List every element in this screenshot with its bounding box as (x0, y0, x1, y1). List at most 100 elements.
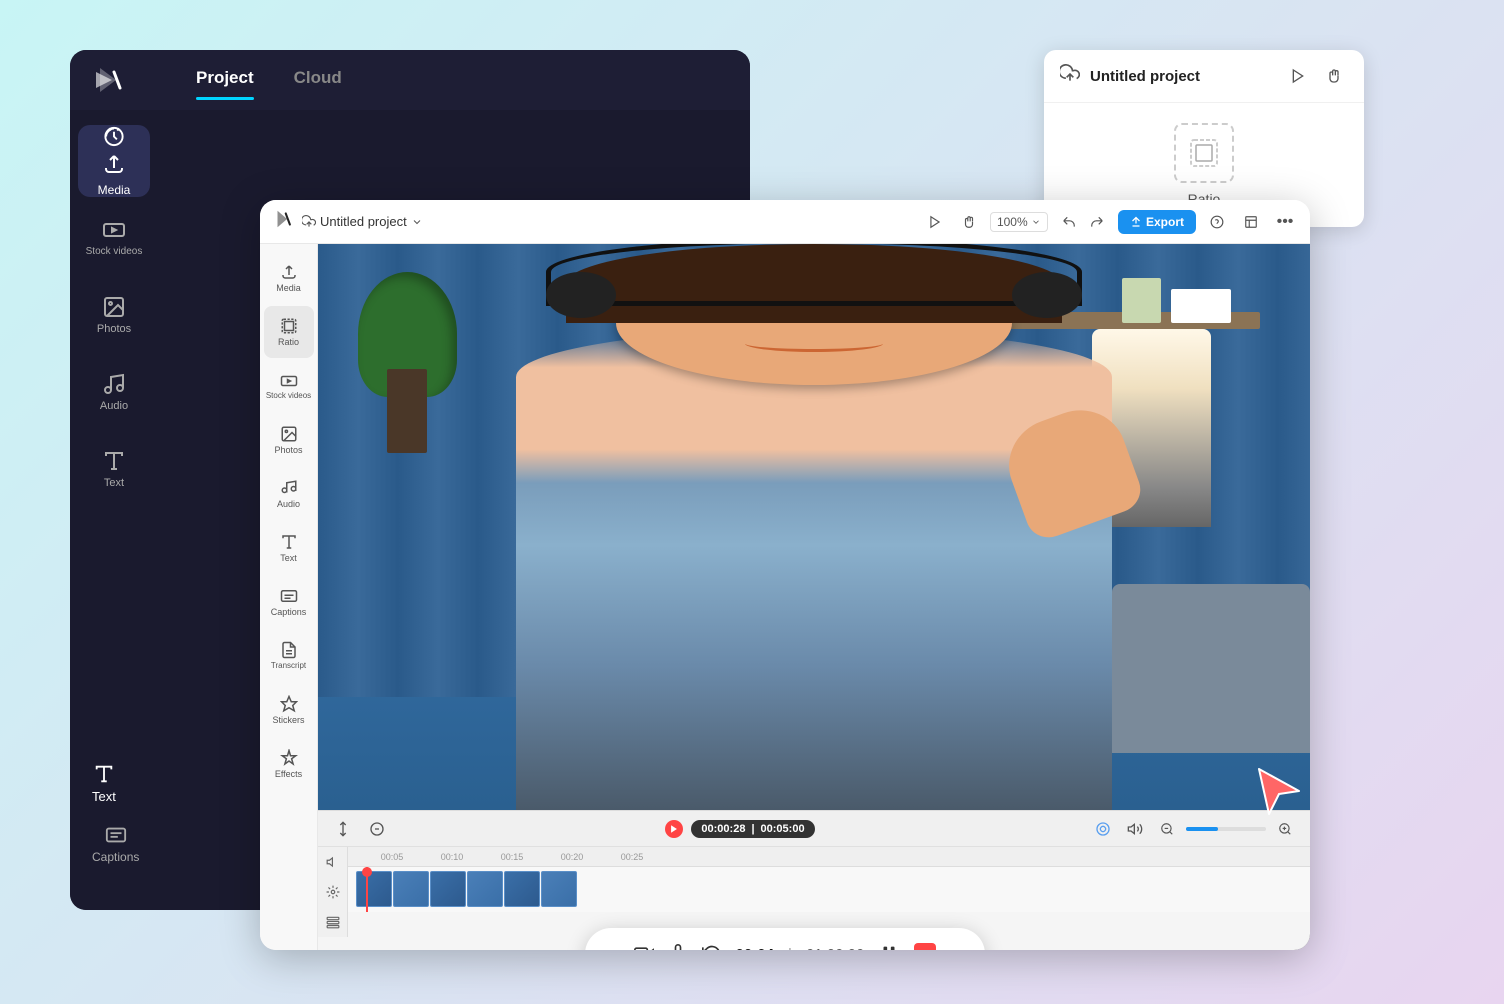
zoom-minus-btn[interactable] (1154, 816, 1180, 842)
tab-project[interactable]: Project (196, 68, 254, 92)
main-editor-window: Untitled project 100% (260, 200, 1310, 950)
mic-button[interactable] (668, 944, 688, 950)
track-thumb-4 (467, 871, 503, 907)
total-time: 00:05:00 (761, 823, 805, 835)
track-thumbnails (356, 871, 1306, 907)
timeline-wrapper: 00:05 00:10 00:15 00:20 00:25 (318, 847, 1310, 937)
more-options-button[interactable]: ••• (1272, 209, 1298, 235)
editor-sidebar-media[interactable]: Media (264, 252, 314, 304)
captions-sidebar-item[interactable]: Captions (92, 824, 139, 864)
editor-sidebar: Media Ratio Stock videos (260, 244, 318, 950)
editor-sidebar-captions[interactable]: Captions (264, 576, 314, 628)
audio-toggle-btn[interactable] (1122, 816, 1148, 842)
pause-button[interactable] (878, 943, 900, 950)
sidebar-label-text: Text (104, 477, 124, 489)
video-frame (318, 244, 1310, 810)
editor-sidebar-text-label: Text (280, 553, 297, 564)
ruler-marks: 00:05 00:10 00:15 00:20 00:25 (362, 852, 662, 862)
audio-side-btn[interactable] (318, 847, 348, 877)
track-thumb-5 (504, 871, 540, 907)
track-thumb-6 (541, 871, 577, 907)
editor-sidebar-ratio[interactable]: Ratio (264, 306, 314, 358)
bg-window-header: Project Cloud (70, 50, 750, 110)
zoom-display[interactable]: 100% (990, 212, 1048, 232)
rec-indicator (665, 820, 683, 838)
camera-button[interactable] (634, 944, 654, 950)
editor-sidebar-stickers[interactable]: Stickers (264, 684, 314, 736)
editor-sidebar-ratio-label: Ratio (278, 337, 299, 348)
export-button[interactable]: Export (1118, 210, 1196, 234)
editor-main-area: 00:00:28 | 00:05:00 (318, 244, 1310, 950)
hand-tool-button[interactable] (1320, 62, 1348, 90)
headphones-right (1012, 272, 1081, 317)
zoom-slider-fill (1186, 827, 1218, 831)
undo-button[interactable] (1056, 209, 1082, 235)
timeline-side-buttons (318, 847, 348, 937)
play-ctrl-btn[interactable] (922, 209, 948, 235)
split-btn[interactable] (330, 816, 356, 842)
help-button[interactable] (1204, 209, 1230, 235)
timeline-time-display: 00:00:28 | 00:05:00 (691, 820, 814, 838)
undo-redo-controls (1056, 209, 1110, 235)
tracks-side-btn[interactable] (318, 907, 348, 937)
stop-button[interactable] (914, 943, 936, 950)
app-logo (90, 62, 126, 98)
timeline-right-controls (1090, 816, 1298, 842)
panel-project-title: Untitled project (1090, 68, 1274, 85)
delete-btn[interactable] (364, 816, 390, 842)
zoom-slider[interactable] (1186, 827, 1266, 831)
sidebar-label-photos: Photos (97, 323, 131, 335)
sidebar-item-media[interactable]: Media (78, 125, 150, 197)
editor-sidebar-text[interactable]: Text (264, 522, 314, 574)
editor-header: Untitled project 100% (260, 200, 1310, 244)
hand-ctrl-btn[interactable] (956, 209, 982, 235)
sidebar-label-audio: Audio (100, 400, 128, 412)
editor-controls: 100% (922, 209, 1298, 235)
rotate-button[interactable] (702, 944, 722, 950)
editor-sidebar-effects[interactable]: Effects (264, 738, 314, 790)
settings-button[interactable] (1238, 209, 1264, 235)
cloud-upload-icon (1060, 64, 1080, 89)
shelf-plant (1122, 278, 1162, 323)
audio-viz-btn[interactable] (1090, 816, 1116, 842)
edit-side-btn[interactable] (318, 877, 348, 907)
editor-project-name[interactable]: Untitled project (302, 214, 423, 229)
playback-current-time: 00:04 (736, 946, 774, 951)
editor-sidebar-photos[interactable]: Photos (264, 414, 314, 466)
sidebar-item-audio[interactable]: Audio (78, 356, 150, 428)
sidebar-item-text[interactable]: Text (78, 433, 150, 505)
editor-sidebar-audio-label: Audio (277, 499, 300, 510)
editor-logo (272, 208, 294, 235)
editor-sidebar-photos-label: Photos (274, 445, 302, 456)
ratio-icon[interactable] (1174, 123, 1234, 183)
sidebar-item-photos[interactable]: Photos (78, 279, 150, 351)
sidebar-label-media: Media (98, 183, 131, 197)
playhead (366, 867, 368, 912)
time-display-area: 00:00:28 | 00:05:00 (665, 820, 814, 838)
redo-button[interactable] (1084, 209, 1110, 235)
video-track (348, 867, 1310, 912)
captions-sidebar-label: Captions (92, 850, 139, 864)
play-button-top[interactable] (1284, 62, 1312, 90)
editor-sidebar-audio[interactable]: Audio (264, 468, 314, 520)
editor-sidebar-effects-label: Effects (275, 769, 302, 780)
track-thumb-3 (430, 871, 466, 907)
editor-sidebar-stock-label: Stock videos (266, 392, 311, 401)
editor-sidebar-media-label: Media (276, 283, 301, 294)
plant-stem (387, 369, 427, 454)
text-sidebar-item[interactable]: Text (92, 763, 116, 804)
tab-cloud[interactable]: Cloud (294, 68, 342, 92)
sidebar-item-media-label (102, 152, 126, 179)
editor-sidebar-stock[interactable]: Stock videos (264, 360, 314, 412)
timeline-content: 00:05 00:10 00:15 00:20 00:25 (348, 847, 1310, 937)
sidebar-item-stock-videos[interactable]: Stock videos (78, 202, 150, 274)
video-preview (318, 244, 1310, 810)
bg-tabs: Project Cloud (196, 68, 342, 92)
headphones-left (546, 272, 615, 317)
current-time: 00:00:28 (701, 823, 745, 835)
zoom-plus-btn[interactable] (1272, 816, 1298, 842)
editor-sidebar-transcript[interactable]: Transcript (264, 630, 314, 682)
playhead-top (362, 867, 372, 877)
timeline-controls: 00:00:28 | 00:05:00 (318, 811, 1310, 847)
track-thumb-2 (393, 871, 429, 907)
